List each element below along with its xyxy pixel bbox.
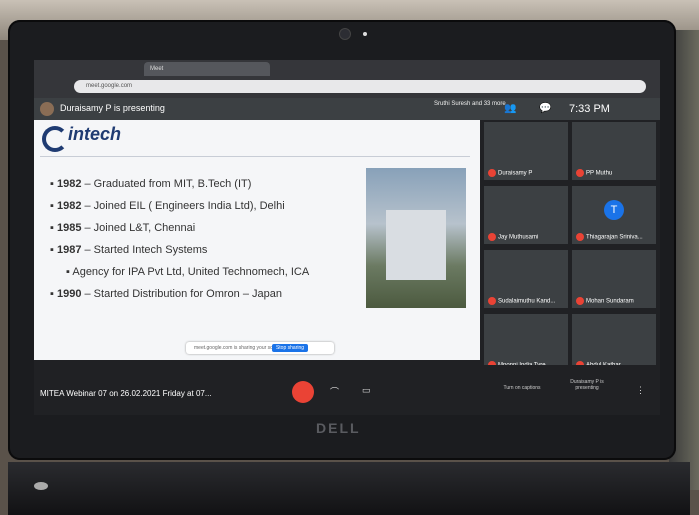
mic-off-icon xyxy=(488,169,496,177)
participant-tile[interactable]: Duraisamy P xyxy=(484,122,568,180)
avatar: T xyxy=(604,200,624,220)
mic-off-icon xyxy=(488,233,496,241)
presenting-bar: Duraisamy P is presenting Sruthi Suresh … xyxy=(34,98,660,120)
meeting-time: 7:33 PM xyxy=(569,103,610,115)
captions-button[interactable]: Turn on captions xyxy=(492,385,552,391)
laptop-logo: DELL xyxy=(316,420,361,436)
webcam-icon xyxy=(339,28,351,40)
shared-slide: intech ▪ 1982 – Graduated from MIT, B.Te… xyxy=(34,120,480,360)
people-icon[interactable]: 👥 xyxy=(504,103,516,114)
presenting-label: Duraisamy P is presenting xyxy=(60,103,165,113)
slide-divider xyxy=(40,156,470,157)
browser-bar: Meet meet.google.com xyxy=(34,60,660,98)
more-options-icon[interactable]: ⋮ xyxy=(636,385,645,396)
meeting-title[interactable]: MITEA Webinar 07 on 26.02.2021 Friday at… xyxy=(40,389,212,398)
share-notice: meet.google.com is sharing your screen. xyxy=(186,342,334,354)
url-bar[interactable]: meet.google.com xyxy=(74,80,646,93)
laptop-screen: Meet meet.google.com Duraisamy P is pres… xyxy=(34,60,660,415)
presenting-button[interactable]: Duraisamy P is presenting xyxy=(562,379,612,391)
bullet-item: ▪ 1985 – Joined L&T, Chennai xyxy=(50,222,196,234)
stop-sharing-button[interactable]: Stop sharing xyxy=(272,344,308,352)
participant-tiles: Duraisamy P PP Muthu Jay Muthusami T Thia… xyxy=(482,120,660,390)
mic-off-icon xyxy=(576,297,584,305)
bullet-item: ▪ 1982 – Graduated from MIT, B.Tech (IT) xyxy=(50,178,252,190)
chat-icon[interactable]: 💬 xyxy=(539,103,551,114)
browser-tab[interactable]: Meet xyxy=(144,62,270,76)
logo-text: intech xyxy=(68,124,122,144)
end-call-icon[interactable]: ⌒ xyxy=(330,385,339,398)
bullet-item: ▪ 1987 – Started Intech Systems xyxy=(50,244,208,256)
participant-tile[interactable]: Mponni India Tyre... xyxy=(484,314,568,372)
participant-tile[interactable]: T Thiagarajan Sriniva... xyxy=(572,186,656,244)
bullet-item: ▪ 1990 – Started Distribution for Omron … xyxy=(50,288,282,300)
bullet-subitem: ▪ Agency for IPA Pvt Ltd, United Technom… xyxy=(66,266,310,278)
participant-tile[interactable]: PP Muthu xyxy=(572,122,656,180)
mic-toggle-button[interactable] xyxy=(292,381,314,403)
participant-tile[interactable]: Jay Muthusami xyxy=(484,186,568,244)
camera-icon[interactable]: ▭ xyxy=(362,385,371,396)
bullet-item: ▪ 1982 – Joined EIL ( Engineers India Lt… xyxy=(50,200,285,212)
mic-off-icon xyxy=(488,297,496,305)
mic-off-icon xyxy=(576,169,584,177)
power-button[interactable] xyxy=(34,482,48,490)
presenter-avatar xyxy=(40,102,54,116)
building-photo-detail xyxy=(386,210,446,280)
intech-logo-icon xyxy=(42,126,68,152)
laptop-base xyxy=(8,462,690,515)
participant-tile[interactable]: Mohan Sundaram xyxy=(572,250,656,308)
participant-tile[interactable]: Sudalaimuthu Kand... xyxy=(484,250,568,308)
webcam-light xyxy=(363,32,367,36)
participants-count: Sruthi Suresh and 33 more xyxy=(434,101,506,107)
participant-tile[interactable]: Abdul Kathar xyxy=(572,314,656,372)
bullet-list: ▪ 1982 – Graduated from MIT, B.Tech (IT)… xyxy=(50,178,309,310)
mic-off-icon xyxy=(576,233,584,241)
meet-controls: MITEA Webinar 07 on 26.02.2021 Friday at… xyxy=(34,365,660,415)
